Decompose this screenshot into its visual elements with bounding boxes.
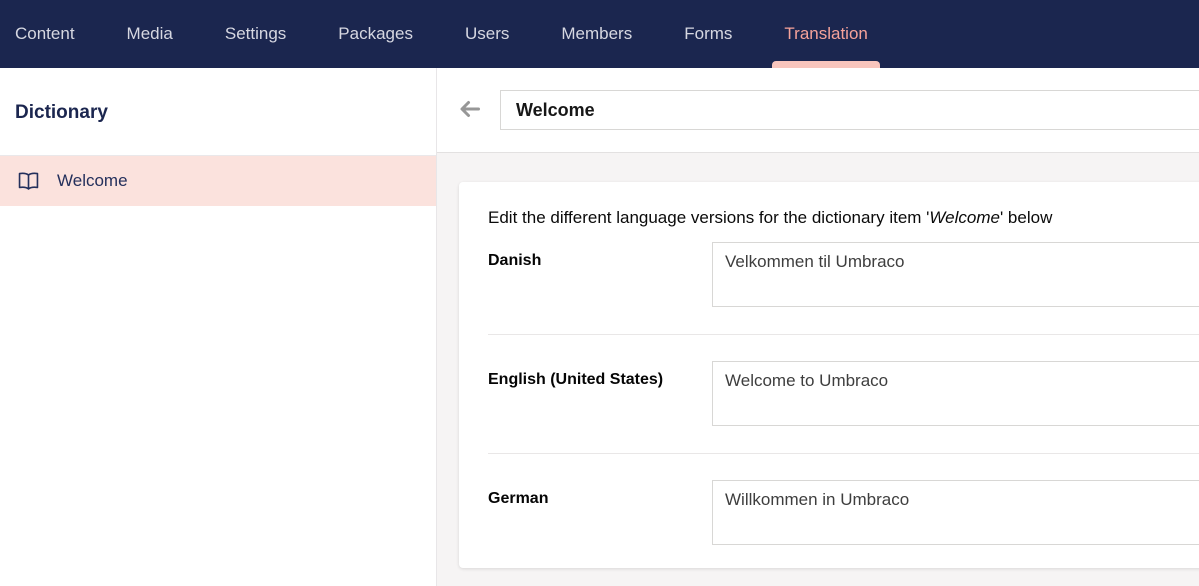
tab-forms-label: Forms — [684, 24, 732, 44]
translation-field-danish: Velkommen til Umbraco — [712, 242, 1199, 307]
arrow-left-icon — [459, 100, 481, 121]
translation-field-german: Willkommen in Umbraco — [712, 480, 1199, 545]
back-button[interactable] — [457, 97, 483, 123]
language-label-english-us: English (United States) — [488, 361, 712, 426]
tab-members[interactable]: Members — [561, 0, 632, 68]
description-prefix: Edit the different language versions for… — [488, 208, 929, 227]
tree-sidebar: Dictionary Welcome — [0, 68, 437, 586]
editor-body: Edit the different language versions for… — [437, 153, 1199, 586]
tab-forms[interactable]: Forms — [684, 0, 732, 68]
language-label-german: German — [488, 480, 712, 545]
tab-content-label: Content — [15, 24, 75, 44]
translation-input-english-us[interactable]: Welcome to Umbraco — [712, 361, 1199, 426]
sidebar-header: Dictionary — [0, 68, 436, 156]
tab-members-label: Members — [561, 24, 632, 44]
tab-settings-label: Settings — [225, 24, 286, 44]
tab-packages-label: Packages — [338, 24, 413, 44]
tab-packages[interactable]: Packages — [338, 0, 413, 68]
tab-translation[interactable]: Translation — [784, 0, 867, 68]
book-icon — [17, 171, 40, 191]
description-item-name: Welcome — [929, 208, 1000, 227]
tab-users-label: Users — [465, 24, 509, 44]
tree-item-welcome[interactable]: Welcome — [0, 156, 436, 206]
tab-media-label: Media — [127, 24, 173, 44]
language-label-danish: Danish — [488, 242, 712, 307]
translation-row-german: German Willkommen in Umbraco — [488, 480, 1199, 545]
dictionary-item-name-input[interactable] — [500, 90, 1199, 130]
section-nav: Content Media Settings Packages Users Me… — [0, 0, 1199, 68]
editor-main: Edit the different language versions for… — [437, 68, 1199, 586]
tab-media[interactable]: Media — [127, 0, 173, 68]
tree-item-label: Welcome — [57, 171, 128, 191]
active-tab-indicator — [772, 61, 879, 68]
editor-description: Edit the different language versions for… — [488, 206, 1199, 230]
translation-input-german[interactable]: Willkommen in Umbraco — [712, 480, 1199, 545]
row-divider — [488, 453, 1199, 454]
description-suffix: ' below — [1000, 208, 1052, 227]
section-title: Dictionary — [15, 102, 421, 124]
section-tab-list: Content Media Settings Packages Users Me… — [15, 0, 868, 68]
tab-translation-label: Translation — [784, 24, 867, 44]
translation-row-english-us: English (United States) Welcome to Umbra… — [488, 361, 1199, 426]
row-divider — [488, 334, 1199, 335]
editor-header — [437, 68, 1199, 153]
translations-card: Edit the different language versions for… — [459, 182, 1199, 568]
translation-input-danish[interactable]: Velkommen til Umbraco — [712, 242, 1199, 307]
translation-field-english-us: Welcome to Umbraco — [712, 361, 1199, 426]
tab-settings[interactable]: Settings — [225, 0, 286, 68]
tab-users[interactable]: Users — [465, 0, 509, 68]
tab-content[interactable]: Content — [15, 0, 75, 68]
content-row: Dictionary Welcome — [0, 68, 1199, 586]
translation-row-danish: Danish Velkommen til Umbraco — [488, 242, 1199, 307]
